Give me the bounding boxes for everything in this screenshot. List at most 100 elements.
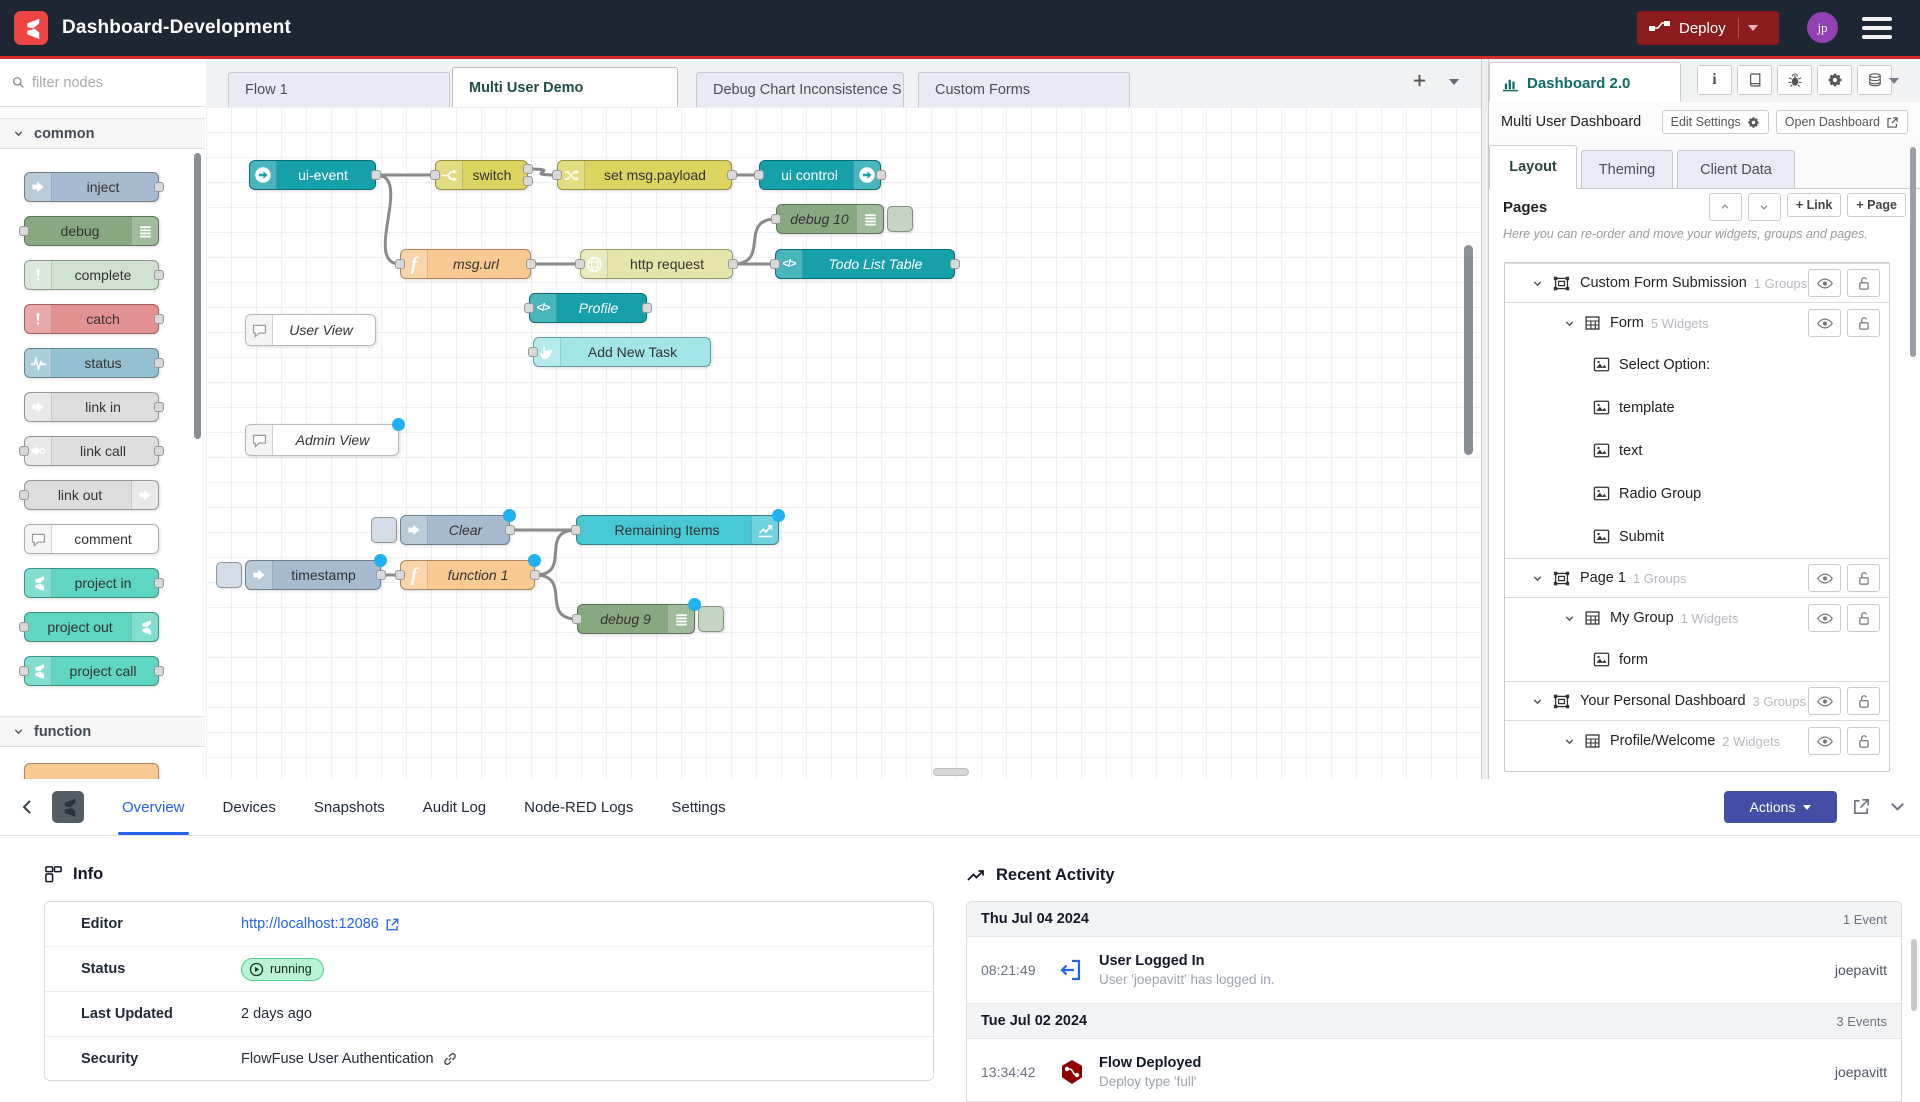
visibility-toggle-button[interactable]: [1808, 727, 1841, 755]
lock-toggle-button[interactable]: [1847, 309, 1880, 337]
node-output-port[interactable]: [950, 259, 960, 269]
lock-toggle-button[interactable]: [1847, 687, 1880, 715]
lock-toggle-button[interactable]: [1847, 269, 1880, 297]
flow-tab-4[interactable]: Custom Forms: [918, 72, 1130, 107]
node-input-port[interactable]: [754, 170, 764, 180]
back-button[interactable]: [18, 797, 38, 817]
flow-node-switch[interactable]: switch: [435, 160, 528, 190]
add-page-button[interactable]: + Page: [1847, 193, 1906, 217]
flow-tab-2[interactable]: Multi User Demo: [452, 67, 678, 107]
flow-node-adminview[interactable]: Admin View: [245, 424, 399, 456]
palette-node-project-in[interactable]: project in: [24, 568, 159, 598]
node-output-port[interactable]: [876, 170, 886, 180]
canvas-scrollbar[interactable]: [1464, 245, 1473, 455]
main-menu-icon[interactable]: [1862, 17, 1892, 39]
node-output-port[interactable]: [505, 525, 515, 535]
palette-node-inject[interactable]: inject: [24, 172, 159, 202]
flow-node-uievent[interactable]: ui-event: [249, 160, 376, 190]
node-input-port[interactable]: [395, 570, 405, 580]
node-input-port[interactable]: [552, 170, 562, 180]
project-tab-snapshots[interactable]: Snapshots: [314, 779, 385, 835]
flow-node-msgurl[interactable]: fmsg.url: [400, 249, 531, 279]
palette-node-catch[interactable]: catch: [24, 304, 159, 334]
node-input-port[interactable]: [430, 170, 440, 180]
flow-node-debug9[interactable]: debug 9: [577, 604, 695, 634]
lock-toggle-button[interactable]: [1847, 727, 1880, 755]
editor-link[interactable]: http://localhost:12086: [241, 916, 400, 932]
tree-widget-row[interactable]: form: [1505, 638, 1889, 681]
flow-node-timestamp[interactable]: timestamp: [245, 560, 381, 590]
activity-event-row[interactable]: 08:21:49User Logged InUser 'joepavitt' h…: [967, 937, 1901, 1004]
deploy-caret-icon[interactable]: [1748, 25, 1758, 31]
palette-node-link-in[interactable]: link in: [24, 392, 159, 422]
lock-toggle-button[interactable]: [1847, 564, 1880, 592]
flow-list-caret-icon[interactable]: [1449, 79, 1459, 85]
node-input-port[interactable]: [528, 347, 538, 357]
wire[interactable]: [376, 175, 400, 264]
chevron-down-icon[interactable]: [1563, 317, 1576, 330]
palette-node-partial[interactable]: [24, 763, 159, 779]
chevron-down-icon[interactable]: [1531, 572, 1544, 585]
tree-page-row[interactable]: Your Personal Dashboard3 Groups: [1505, 681, 1889, 721]
palette-scrollbar[interactable]: [194, 153, 201, 439]
debug-button[interactable]: [1777, 65, 1812, 95]
project-tab-settings[interactable]: Settings: [671, 779, 725, 835]
palette-node-comment[interactable]: comment: [24, 524, 159, 554]
project-tab-node-red-logs[interactable]: Node-RED Logs: [524, 779, 633, 835]
node-output-port[interactable]: [376, 570, 386, 580]
node-output-port[interactable]: [642, 303, 652, 313]
node-output-port[interactable]: [727, 170, 737, 180]
debug-toggle-button[interactable]: [698, 606, 724, 632]
collapse-panel-icon[interactable]: [1888, 797, 1907, 816]
sidebar-tab-client-data[interactable]: Client Data: [1677, 150, 1795, 189]
collapse-all-button[interactable]: [1709, 193, 1742, 221]
add-link-button[interactable]: + Link: [1787, 193, 1841, 217]
project-tab-overview[interactable]: Overview: [122, 779, 185, 835]
visibility-toggle-button[interactable]: [1808, 687, 1841, 715]
visibility-toggle-button[interactable]: [1808, 309, 1841, 337]
wire[interactable]: [733, 219, 776, 264]
expand-all-button[interactable]: [1748, 193, 1781, 221]
flow-node-clear[interactable]: Clear: [400, 515, 510, 545]
project-tab-audit-log[interactable]: Audit Log: [423, 779, 486, 835]
flow-node-httpreq[interactable]: http request: [580, 249, 733, 279]
sidebar-scrollbar[interactable]: [1910, 147, 1916, 357]
palette-node-debug[interactable]: debug: [24, 216, 159, 246]
palette-node-project-out[interactable]: project out: [24, 612, 159, 642]
add-flow-button[interactable]: [1412, 73, 1427, 88]
sidebar-tab-dashboard[interactable]: Dashboard 2.0: [1489, 62, 1681, 103]
flow-canvas[interactable]: ui-eventswitchset msg.payloadui controld…: [206, 107, 1481, 779]
inject-button[interactable]: [371, 517, 397, 543]
flow-node-addtask[interactable]: Add New Task: [533, 337, 711, 367]
palette-category-common[interactable]: common: [0, 118, 205, 149]
tree-page-row[interactable]: Custom Form Submission1 Groups: [1505, 263, 1889, 303]
activity-event-row[interactable]: 13:34:42Flow DeployedDeploy type 'full'j…: [967, 1039, 1901, 1102]
lock-toggle-button[interactable]: [1847, 604, 1880, 632]
project-tab-devices[interactable]: Devices: [223, 779, 276, 835]
palette-node-complete[interactable]: complete: [24, 260, 159, 290]
open-editor-icon[interactable]: [1852, 797, 1871, 816]
node-input-port[interactable]: [572, 614, 582, 624]
palette-node-project-call[interactable]: project call: [24, 656, 159, 686]
actions-button[interactable]: Actions: [1724, 791, 1837, 823]
flow-node-change[interactable]: set msg.payload: [557, 160, 732, 190]
node-input-port[interactable]: [575, 259, 585, 269]
tree-group-row[interactable]: Form5 Widgets: [1505, 303, 1889, 343]
canvas-resize-handle[interactable]: [933, 768, 969, 776]
visibility-toggle-button[interactable]: [1808, 564, 1841, 592]
flow-tab-3[interactable]: Debug Chart Inconsistence S: [696, 72, 904, 107]
info-button[interactable]: i: [1697, 65, 1732, 95]
config-nodes-button[interactable]: [1817, 65, 1852, 95]
node-output-port[interactable]: [530, 570, 540, 580]
flow-node-userview[interactable]: User View: [245, 314, 376, 346]
flow-node-debug10[interactable]: debug 10: [776, 204, 884, 234]
tree-group-row[interactable]: Profile/Welcome2 Widgets: [1505, 721, 1889, 761]
sidebar-menu-caret-icon[interactable]: [1889, 78, 1899, 84]
chevron-down-icon[interactable]: [1531, 277, 1544, 290]
node-output-port-1[interactable]: [523, 164, 533, 174]
palette-node-status[interactable]: status: [24, 348, 159, 378]
node-output-port[interactable]: [728, 259, 738, 269]
context-data-button[interactable]: [1857, 65, 1892, 95]
tree-widget-row[interactable]: Radio Group: [1505, 472, 1889, 515]
user-avatar[interactable]: jp: [1807, 12, 1838, 43]
